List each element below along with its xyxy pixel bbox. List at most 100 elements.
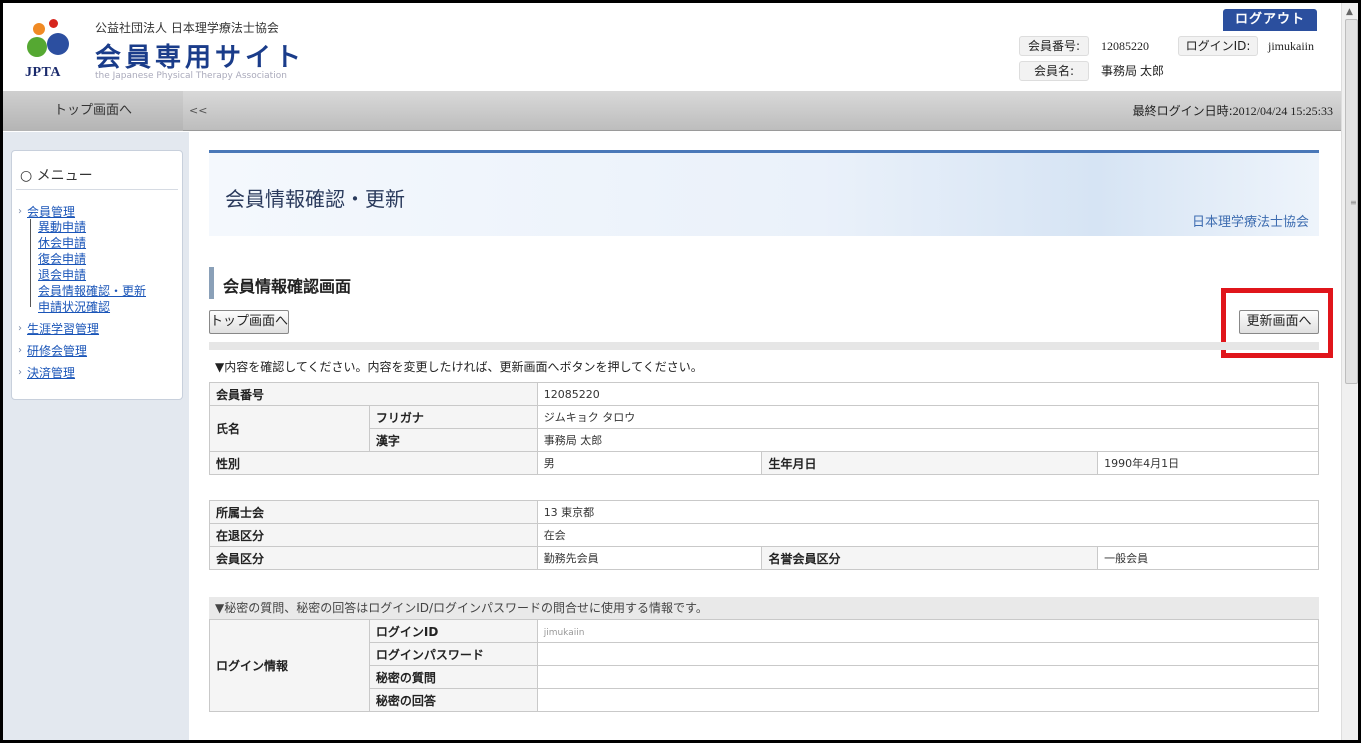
member-no-label-cell: 会員番号 bbox=[209, 382, 538, 406]
sidebar: ○ メニュー › 会員管理 異動申請 休会申請 復会申請 退会申請 会員情報確認… bbox=[3, 132, 189, 740]
vertical-scrollbar[interactable]: ▲ ≡ bbox=[1341, 3, 1358, 740]
table-row: 漢字 事務局 太郎 bbox=[210, 428, 1320, 452]
chevron-right-icon: › bbox=[18, 206, 22, 217]
banner-org-name: 日本理学療法士協会 bbox=[1191, 215, 1309, 230]
menu-divider bbox=[16, 189, 178, 190]
birth-value-cell: 1990年4月1日 bbox=[1097, 451, 1319, 475]
branch-value-cell: 13 東京都 bbox=[536, 500, 1320, 524]
honorary-label-cell: 名誉会員区分 bbox=[761, 546, 1099, 570]
chevron-right-icon: › bbox=[18, 345, 22, 356]
branch-label-cell: 所属士会 bbox=[209, 500, 538, 524]
browser-frame: JPTA 公益社団法人 日本理学療法士協会 会員専用サイト the Japane… bbox=[0, 0, 1361, 743]
sidebar-item-seminar-management[interactable]: 研修会管理 bbox=[27, 345, 87, 357]
top-page-button[interactable]: トップ画面へ bbox=[209, 310, 289, 334]
basic-info-table: 会員番号 12085220 氏名 フリガナ ジムキョク タロウ 漢字 事務局 太… bbox=[209, 382, 1320, 475]
sidebar-item-withdraw-application[interactable]: 退会申請 bbox=[38, 269, 86, 281]
member-name-value: 事務局 太郎 bbox=[1101, 64, 1165, 78]
furigana-label-cell: フリガナ bbox=[368, 405, 538, 429]
secret-answer-label-cell: 秘密の回答 bbox=[368, 688, 538, 712]
logo-dot-orange bbox=[33, 23, 45, 35]
furigana-value-cell: ジムキョク タロウ bbox=[536, 405, 1320, 429]
status-label-cell: 在退区分 bbox=[209, 523, 538, 547]
member-no-label: 会員番号: bbox=[1019, 36, 1089, 56]
section-title: 会員情報確認画面 bbox=[223, 277, 352, 296]
last-login-value: 2012/04/24 15:25:33 bbox=[1232, 104, 1333, 118]
table-row: ログイン情報 ログインID jimukaiin bbox=[209, 619, 1320, 712]
login-id-value: jimukaiin bbox=[1268, 39, 1314, 53]
page-banner: 会員情報確認・更新 日本理学療法士協会 bbox=[209, 150, 1319, 236]
last-login-label: 最終ログイン日時: bbox=[1132, 104, 1233, 118]
table-row: 氏名 フリガナ ジムキョク タロウ bbox=[209, 405, 1320, 452]
birth-label-cell: 生年月日 bbox=[761, 451, 1099, 475]
status-value-cell: 在会 bbox=[536, 523, 1320, 547]
member-no-value: 12085220 bbox=[1101, 39, 1149, 53]
login-id-empty-cell bbox=[635, 619, 1320, 643]
table-row: 会員区分 勤務先会員 名誉会員区分 一般会員 bbox=[209, 546, 1319, 570]
logout-button[interactable]: ログアウト bbox=[1223, 9, 1317, 31]
nav-bar: トップ画面へ << 最終ログイン日時:2012/04/24 15:25:33 bbox=[3, 91, 1341, 131]
table-row: 秘密の質問 bbox=[210, 665, 1320, 689]
table-row: ログインパスワード bbox=[210, 642, 1320, 666]
table-row: 性別 男 生年月日 1990年4月1日 bbox=[209, 451, 1319, 475]
sidebar-item-return-application[interactable]: 復会申請 bbox=[38, 253, 86, 265]
member-no-value-cell: 12085220 bbox=[536, 382, 1320, 406]
sidebar-item-payment-management[interactable]: 決済管理 bbox=[27, 367, 75, 379]
scroll-thumb[interactable]: ≡ bbox=[1345, 19, 1358, 384]
table-row: 在退区分 在会 bbox=[209, 523, 1320, 547]
jpta-logo: JPTA bbox=[23, 17, 75, 83]
secret-question-value-cell bbox=[536, 665, 636, 689]
org-name: 公益社団法人 日本理学療法士協会 bbox=[95, 21, 279, 35]
chevron-right-icon: › bbox=[18, 367, 22, 378]
secret-answer-empty-cell bbox=[635, 688, 1320, 712]
login-id-value-text: jimukaiin bbox=[543, 627, 585, 638]
login-password-label-cell: ログインパスワード bbox=[368, 642, 538, 666]
table-row: 会員番号 12085220 bbox=[209, 382, 1320, 406]
menu-title: ○ メニュー bbox=[20, 168, 93, 184]
section-marker bbox=[209, 267, 214, 299]
site-header: JPTA 公益社団法人 日本理学療法士協会 会員専用サイト the Japane… bbox=[3, 3, 1341, 91]
sidebar-item-application-status[interactable]: 申請状況確認 bbox=[38, 301, 110, 313]
chevron-right-icon: › bbox=[18, 323, 22, 334]
login-password-empty-cell bbox=[635, 642, 1320, 666]
logo-dot-green bbox=[27, 37, 47, 57]
tree-connector bbox=[30, 219, 31, 307]
login-group-label-cell: ログイン情報 bbox=[209, 619, 370, 712]
login-id-value-cell: jimukaiin bbox=[536, 619, 636, 643]
menu-panel: ○ メニュー › 会員管理 異動申請 休会申請 復会申請 退会申請 会員情報確認… bbox=[11, 150, 183, 400]
sidebar-item-lifelong-learning[interactable]: 生涯学習管理 bbox=[27, 323, 99, 335]
sidebar-item-transfer-application[interactable]: 異動申請 bbox=[38, 221, 86, 233]
secret-question-empty-cell bbox=[635, 665, 1320, 689]
login-id-label-cell: ログインID bbox=[368, 619, 538, 643]
member-type-label-cell: 会員区分 bbox=[209, 546, 538, 570]
member-name-label: 会員名: bbox=[1019, 61, 1089, 81]
divider-bar bbox=[209, 342, 1319, 350]
instruction-text: ▼内容を確認してください。内容を変更したければ、更新画面へボタンを押してください… bbox=[215, 360, 703, 374]
kanji-value-cell: 事務局 太郎 bbox=[536, 428, 1320, 452]
secret-answer-value-cell bbox=[536, 688, 636, 712]
honorary-value-cell: 一般会員 bbox=[1097, 546, 1319, 570]
login-id-label: ログインID: bbox=[1178, 36, 1258, 56]
sidebar-item-member-info-update[interactable]: 会員情報確認・更新 bbox=[38, 285, 146, 297]
affiliation-table: 所属士会 13 東京都 在退区分 在会 会員区分 勤務先会員 名誉会員区分 一般… bbox=[209, 500, 1320, 570]
secret-info-note: ▼秘密の質問、秘密の回答はログインID/ログインパスワードの問合せに使用する情報… bbox=[209, 597, 1319, 619]
scroll-grip-icon: ≡ bbox=[1350, 198, 1357, 207]
logo-text: JPTA bbox=[25, 65, 61, 80]
table-row: 秘密の回答 bbox=[210, 688, 1320, 712]
sidebar-item-leave-application[interactable]: 休会申請 bbox=[38, 237, 86, 249]
login-info-table: ログイン情報 ログインID jimukaiin ログインパスワード 秘密の質問 … bbox=[209, 619, 1320, 712]
last-login: 最終ログイン日時:2012/04/24 15:25:33 bbox=[1133, 91, 1333, 131]
secret-question-label-cell: 秘密の質問 bbox=[368, 665, 538, 689]
sidebar-item-member-management[interactable]: 会員管理 bbox=[27, 206, 75, 218]
nav-top-link[interactable]: トップ画面へ bbox=[3, 91, 183, 131]
scroll-up-arrow-icon[interactable]: ▲ bbox=[1346, 7, 1353, 17]
org-english-name: the Japanese Physical Therapy Associatio… bbox=[95, 71, 287, 81]
name-label-cell: 氏名 bbox=[209, 405, 370, 452]
logo-dot-blue bbox=[47, 33, 69, 55]
site-title: 会員専用サイト bbox=[95, 43, 306, 73]
page-title: 会員情報確認・更新 bbox=[225, 187, 405, 211]
sidebar-collapse-toggle[interactable]: << bbox=[189, 91, 207, 131]
login-password-value-cell bbox=[536, 642, 636, 666]
table-row: 所属士会 13 東京都 bbox=[209, 500, 1320, 524]
gender-value-cell: 男 bbox=[536, 451, 763, 475]
main-content: 会員情報確認・更新 日本理学療法士協会 会員情報確認画面 トップ画面へ 更新画面… bbox=[189, 132, 1341, 740]
